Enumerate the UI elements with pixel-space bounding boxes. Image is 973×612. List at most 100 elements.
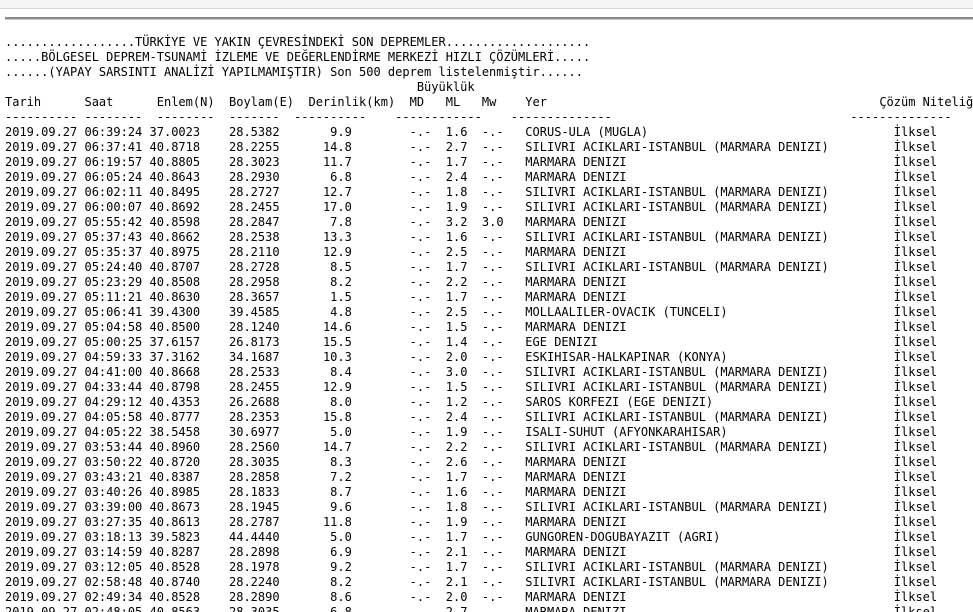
cell-yer: MARMARA DENIZI — [525, 170, 627, 184]
cell-enlem: 40.8613 — [149, 515, 201, 529]
cell-boylam: 39.4585 — [229, 305, 280, 319]
cell-boylam: 28.2728 — [229, 260, 280, 274]
cell-md: -.- — [409, 200, 432, 214]
cell-saat: 03:40:26 — [84, 485, 143, 499]
cell-cozum: İlksel — [893, 290, 938, 304]
cell-saat: 02:58:48 — [84, 575, 143, 589]
cell-mw: -.- — [481, 545, 504, 559]
cell-mw: -.- — [481, 485, 504, 499]
cell-derinlik: 15.8 — [322, 410, 352, 424]
cell-cozum: İlksel — [893, 365, 938, 379]
cell-cozum: İlksel — [893, 380, 938, 394]
cell-saat: 05:35:37 — [84, 245, 143, 259]
cell-ml: 1.7 — [445, 470, 468, 484]
cell-yer: ISALI-SUHUT (AFYONKARAHISAR) — [525, 425, 728, 439]
cell-md: -.- — [409, 560, 432, 574]
cell-saat: 05:06:41 — [84, 305, 143, 319]
cell-saat: 03:18:13 — [84, 530, 143, 544]
table-row: 2019.09.27 05:04:58 40.8500 28.1240 14.6… — [5, 320, 973, 335]
cell-tarih: 2019.09.27 — [5, 170, 78, 184]
cell-cozum: İlksel — [893, 440, 938, 454]
cell-cozum: İlksel — [893, 425, 938, 439]
table-row: 2019.09.27 04:41:00 40.8668 28.2533 8.4 … — [5, 365, 973, 380]
cell-derinlik: 7.2 — [330, 470, 352, 484]
cell-md: -.- — [409, 500, 432, 514]
cell-ml: 1.7 — [445, 155, 468, 169]
cell-tarih: 2019.09.27 — [5, 425, 78, 439]
cell-md: -.- — [409, 380, 432, 394]
cell-enlem: 37.3162 — [149, 350, 201, 364]
cell-enlem: 40.8673 — [149, 500, 201, 514]
cell-md: -.- — [409, 590, 432, 604]
cell-yer: CORUS-ULA (MUGLA) — [525, 125, 649, 139]
cell-enlem: 40.8528 — [149, 590, 201, 604]
cell-tarih: 2019.09.27 — [5, 305, 78, 319]
cell-derinlik: 9.6 — [330, 500, 352, 514]
cell-boylam: 28.2727 — [229, 185, 280, 199]
cell-md: -.- — [409, 260, 432, 274]
cell-boylam: 28.1833 — [229, 485, 280, 499]
cell-derinlik: 4.8 — [330, 305, 352, 319]
cell-yer: SILIVRI ACIKLARI-ISTANBUL (MARMARA DENIZ… — [525, 500, 829, 514]
table-row: 2019.09.27 03:27:35 40.8613 28.2787 11.8… — [5, 515, 973, 530]
table-row: 2019.09.27 03:43:21 40.8387 28.2858 7.2 … — [5, 470, 973, 485]
cell-saat: 06:00:07 — [84, 200, 143, 214]
cell-yer: MARMARA DENIZI — [525, 455, 627, 469]
cell-saat: 06:02:11 — [84, 185, 143, 199]
table-row: 2019.09.27 05:24:40 40.8707 28.2728 8.5 … — [5, 260, 973, 275]
cell-cozum: İlksel — [893, 155, 938, 169]
cell-mw: -.- — [481, 140, 504, 154]
cell-ml: 1.7 — [445, 530, 468, 544]
browser-top-strip — [0, 0, 973, 9]
table-row: 2019.09.27 05:06:41 39.4300 39.4585 4.8 … — [5, 305, 973, 320]
cell-boylam: 28.3023 — [229, 155, 280, 169]
cell-ml: 2.0 — [445, 590, 468, 604]
cell-md: -.- — [409, 455, 432, 469]
cell-derinlik: 14.6 — [322, 320, 352, 334]
table-row: 2019.09.27 03:39:00 40.8673 28.1945 9.6 … — [5, 500, 973, 515]
cell-ml: 3.0 — [445, 365, 468, 379]
cell-saat: 03:14:59 — [84, 545, 143, 559]
cell-ml: 2.7 — [445, 140, 468, 154]
cell-derinlik: 8.7 — [330, 485, 352, 499]
cell-tarih: 2019.09.27 — [5, 410, 78, 424]
cell-cozum: İlksel — [893, 245, 938, 259]
cell-md: -.- — [409, 485, 432, 499]
cell-boylam: 44.4440 — [229, 530, 280, 544]
cell-yer: MARMARA DENIZI — [525, 215, 627, 229]
cell-cozum: İlksel — [893, 335, 938, 349]
cell-enlem: 40.8720 — [149, 455, 201, 469]
cell-tarih: 2019.09.27 — [5, 125, 78, 139]
cell-enlem: 40.8643 — [149, 170, 201, 184]
earthquake-rows: 2019.09.27 06:39:24 37.0023 28.5382 9.9 … — [5, 125, 973, 612]
cell-yer: MOLLAALILER-OVACIK (TUNCELI) — [525, 305, 728, 319]
table-row: 2019.09.27 03:50:22 40.8720 28.3035 8.3 … — [5, 455, 973, 470]
cell-derinlik: 8.0 — [330, 395, 352, 409]
cell-enlem: 40.8718 — [149, 140, 201, 154]
cell-enlem: 40.8707 — [149, 260, 201, 274]
cell-ml: 1.2 — [445, 395, 468, 409]
header-line-center: .....BÖLGESEL DEPREM-TSUNAMİ İZLEME VE D… — [5, 50, 591, 64]
cell-derinlik: 17.0 — [322, 200, 352, 214]
cell-yer: SILIVRI ACIKLARI-ISTANBUL (MARMARA DENIZ… — [525, 560, 829, 574]
cell-derinlik: 15.5 — [322, 335, 352, 349]
cell-saat: 05:11:21 — [84, 290, 143, 304]
cell-ml: 2.7 — [445, 605, 468, 612]
cell-mw: -.- — [481, 395, 504, 409]
table-row: 2019.09.27 04:33:44 40.8798 28.2455 12.9… — [5, 380, 973, 395]
cell-md: -.- — [409, 335, 432, 349]
cell-mw: -.- — [481, 560, 504, 574]
cell-md: -.- — [409, 275, 432, 289]
cell-derinlik: 11.7 — [322, 155, 352, 169]
cell-derinlik: 8.4 — [330, 365, 352, 379]
cell-boylam: 28.2533 — [229, 365, 280, 379]
cell-derinlik: 10.3 — [322, 350, 352, 364]
cell-ml: 1.7 — [445, 290, 468, 304]
cell-enlem: 40.4353 — [149, 395, 201, 409]
cell-cozum: İlksel — [893, 170, 938, 184]
cell-md: -.- — [409, 515, 432, 529]
cell-boylam: 26.8173 — [229, 335, 280, 349]
cell-tarih: 2019.09.27 — [5, 545, 78, 559]
cell-tarih: 2019.09.27 — [5, 290, 78, 304]
cell-ml: 3.2 — [445, 215, 468, 229]
